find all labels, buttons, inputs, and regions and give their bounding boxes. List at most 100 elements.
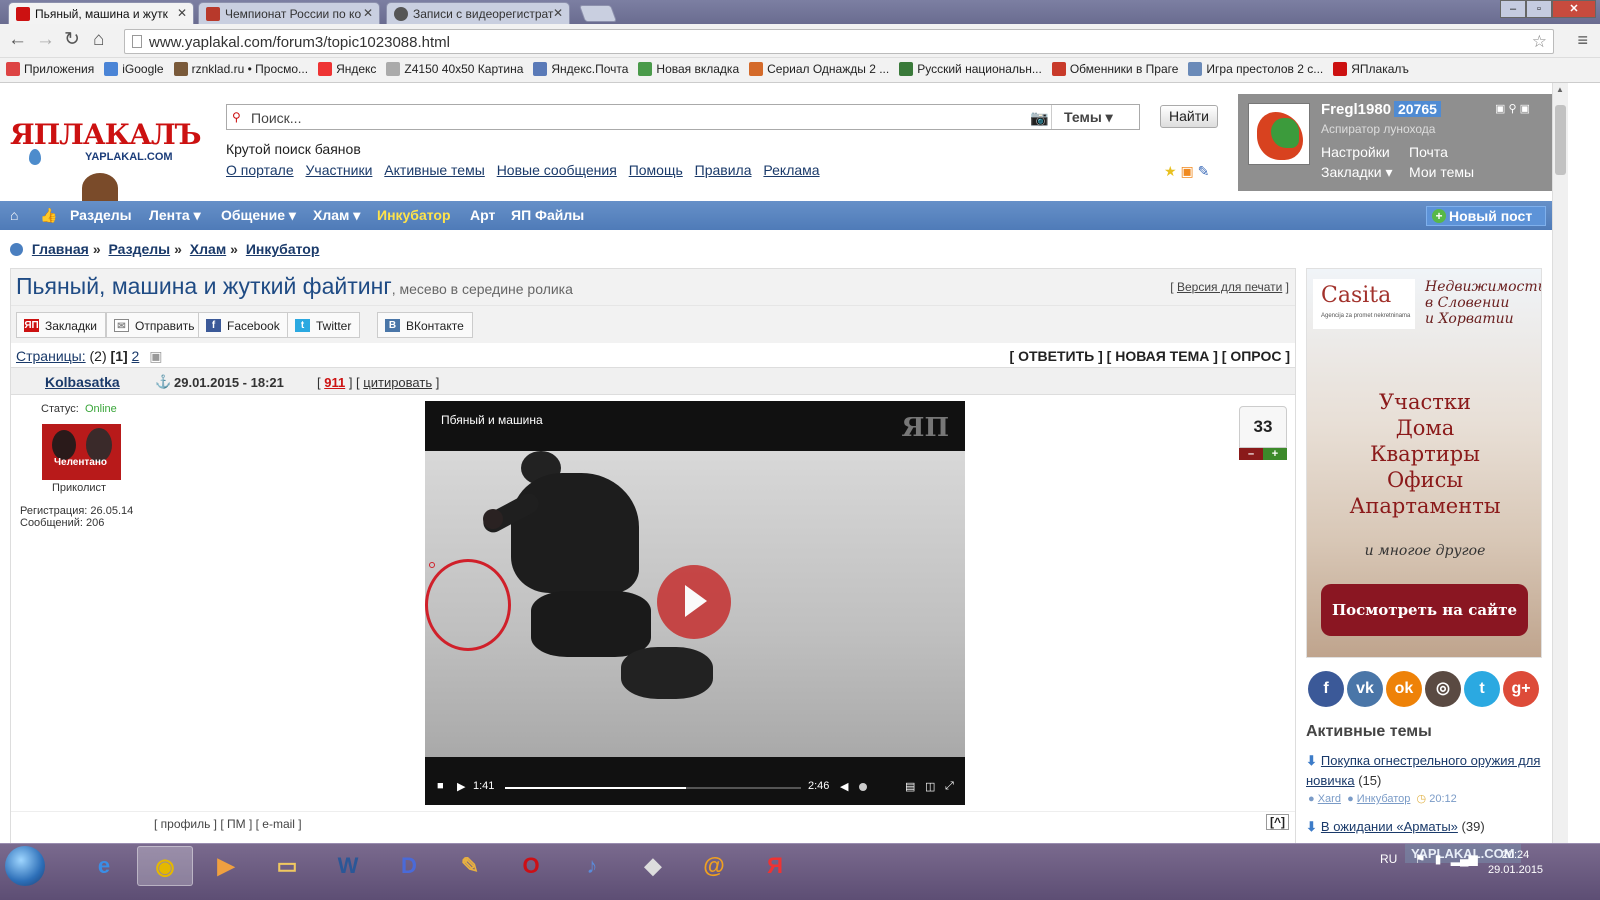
twitter-icon[interactable]: t [1464,671,1500,707]
stop-icon[interactable]: ■ [437,780,444,792]
menu-item-incubator[interactable]: Инкубатор [377,207,451,223]
bookmark-item[interactable]: Игра престолов 2 с... [1188,62,1323,76]
paint-icon[interactable]: ✎ [442,846,498,886]
link-help[interactable]: Помощь [629,162,683,178]
battery-icon[interactable]: ▮ [1435,852,1442,866]
share-vk-button[interactable]: B ВКонтакте [377,312,473,338]
bookmark-item[interactable]: Z4150 40x50 Картина [386,62,523,76]
bookmark-item[interactable]: Яндекс.Почта [533,62,628,76]
fullscreen-icon[interactable]: ⤢ [945,780,954,793]
user-avatar[interactable] [1248,103,1310,165]
home-icon[interactable]: ⌂ [10,207,18,223]
site-logo[interactable]: ЯПЛАКАЛЪ YAPLAKAL.COM [10,118,202,165]
mail-agent-icon[interactable]: @ [686,846,742,886]
star-icon[interactable]: ★ [1164,163,1177,179]
word-icon[interactable]: W [320,846,376,886]
bookmarks-dropdown[interactable]: Закладки ▾ [1321,164,1393,181]
pages-dropdown-icon[interactable]: ▣ [149,348,162,364]
play-icon[interactable]: ▶ [457,780,465,793]
breadcrumb-junk[interactable]: Хлам [190,241,226,257]
print-version-link[interactable]: Версия для печати [1177,280,1282,294]
odnoklassniki-icon[interactable]: ok [1386,671,1422,707]
bookmark-item[interactable]: Приложения [6,62,94,76]
page-2-link[interactable]: 2 [132,348,140,364]
progress-bar[interactable] [505,787,801,789]
active-topic-link[interactable]: Покупка огнестрельного оружия для новичк… [1306,753,1540,788]
browser-tab-active[interactable]: Пьяный, машина и жутк ✕ [8,2,194,24]
rating-value[interactable]: 911 [324,375,345,390]
instagram-icon[interactable]: ◎ [1425,671,1461,707]
link-members[interactable]: Участники [306,162,373,178]
start-button[interactable] [5,846,45,886]
menu-item-junk[interactable]: Хлам ▾ [313,207,360,224]
link-ads[interactable]: Реклама [763,162,819,178]
link-rules[interactable]: Правила [695,162,752,178]
reputation-badge[interactable]: 20765 [1394,101,1441,117]
quote-link[interactable]: цитировать [363,375,432,390]
home-icon[interactable]: ⌂ [93,30,104,50]
share-twitter-button[interactable]: t Twitter [287,312,361,338]
page-scrollbar[interactable]: ▲ ▼ [1552,83,1568,861]
breadcrumb-home[interactable]: Главная [32,241,89,257]
post-author[interactable]: Kolbasatka [45,374,120,390]
bookmark-item[interactable]: iGoogle [104,62,164,76]
author-avatar[interactable]: Челентано [42,424,121,480]
clock[interactable]: 20:24 29.01.2015 [1488,848,1543,878]
scrollbar-thumb[interactable] [1555,105,1566,175]
bookmark-item[interactable]: ЯПлакалъ [1333,62,1409,76]
breadcrumb-incubator[interactable]: Инкубатор [246,241,320,257]
search-scope-select[interactable]: Темы ▾ [1051,105,1139,129]
vote-down-button[interactable]: – [1239,448,1263,460]
active-topic-section[interactable]: Инкубатор [1357,793,1411,805]
search-button[interactable]: Найти [1160,105,1218,128]
gamepad-icon[interactable]: ◆ [625,846,681,886]
facebook-icon[interactable]: f [1308,671,1344,707]
explorer-icon[interactable]: ▭ [259,846,315,886]
topic-actions[interactable]: [ ОТВЕТИТЬ ] [ НОВАЯ ТЕМА ] [ ОПРОС ] [1010,348,1290,364]
volume-icon[interactable]: ◀ [840,780,848,793]
camera-icon[interactable]: 📷 [1030,109,1049,127]
share-send-button[interactable]: ✉ Отправить [106,312,204,338]
media-player-icon[interactable]: ▶ [198,846,254,886]
flag-icon[interactable]: ⚑ [1415,852,1426,866]
user-panel-icons[interactable]: ▣ ⚲ ▣ [1495,102,1530,115]
network-icon[interactable]: ▂▄▆ [1451,852,1478,866]
chrome-icon[interactable]: ◉ [137,846,193,886]
menu-item-files[interactable]: ЯП Файлы [511,207,584,223]
menu-item-talk[interactable]: Общение ▾ [221,207,296,224]
anchor-icon[interactable]: ⚓ [155,374,171,390]
ad-cta-button[interactable]: Посмотреть на сайте [1321,584,1528,636]
speaker-icon[interactable]: ♪ [564,846,620,886]
link-about[interactable]: О портале [226,162,294,178]
mail-link[interactable]: Почта [1409,144,1448,160]
settings-link[interactable]: Настройки [1321,144,1390,160]
close-icon[interactable]: ✕ [363,6,373,20]
browser-menu-icon[interactable]: ≡ [1577,30,1588,51]
menu-item-feed[interactable]: Лента ▾ [149,207,201,224]
vk-icon[interactable]: vk [1347,671,1383,707]
video-player[interactable]: Пбяный и машина ЯП ■ ▶ 1:41 2:46 ◀ ▤ ◫ ⤢ [425,401,965,805]
link-active-topics[interactable]: Активные темы [384,162,485,178]
share-facebook-button[interactable]: f Facebook [198,312,289,338]
play-button[interactable] [657,565,731,639]
breadcrumb-sections[interactable]: Разделы [109,241,171,257]
yandex-browser-icon[interactable]: Я [747,846,803,886]
address-bar[interactable]: www.yaplakal.com/forum3/topic1023088.htm… [124,29,1554,54]
internet-explorer-icon[interactable]: e [76,846,132,886]
bookmark-item[interactable]: Русский национальн... [899,62,1042,76]
scroll-up-icon[interactable]: ▲ [1556,85,1564,94]
username[interactable]: Fregl1980 [1321,101,1391,118]
close-icon[interactable]: ✕ [177,6,187,20]
video-player-icon[interactable]: D [381,846,437,886]
new-tab-button[interactable] [578,5,618,22]
playlist-icon[interactable]: ▤ [905,780,915,793]
bookmark-star-icon[interactable]: ☆ [1532,32,1547,52]
minimize-icon[interactable]: – [1500,0,1526,18]
pages-label[interactable]: Страницы: [16,348,86,364]
language-indicator[interactable]: RU [1380,852,1397,866]
share-bookmarks-button[interactable]: ЯП Закладки [16,312,106,338]
forward-arrow-icon[interactable]: → [36,30,55,50]
active-topic-link[interactable]: В ожидании «Арматы» [1321,819,1458,834]
advertisement[interactable]: Casita Agencija za promet nekretninama Н… [1306,268,1542,658]
new-post-button[interactable]: + Новый пост [1426,206,1546,226]
